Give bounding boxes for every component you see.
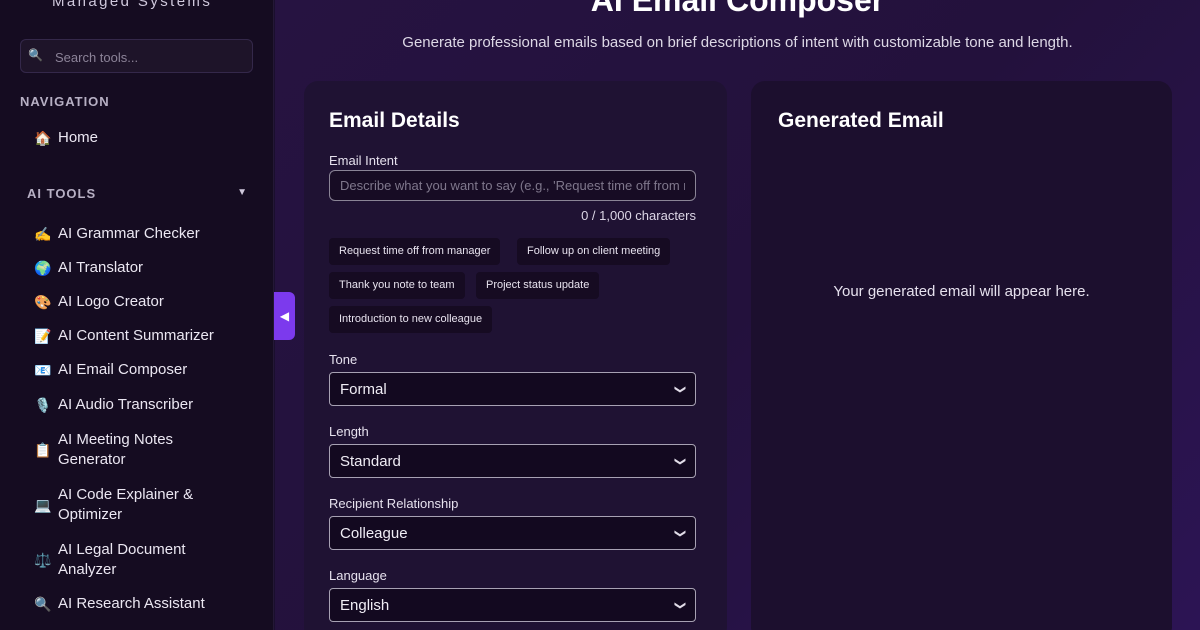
main-content: AI Email Composer Generate professional … xyxy=(275,0,1200,630)
chevron-down-icon: ❯ xyxy=(673,600,686,610)
suggestion-chip[interactable]: Introduction to new colleague xyxy=(329,306,493,333)
sidebar-item-label: Home xyxy=(58,129,99,146)
email-icon: 📧 xyxy=(34,361,52,378)
language-select[interactable]: English ❯ xyxy=(329,588,696,622)
sidebar-item-label: AI Grammar Checker xyxy=(58,225,200,242)
sidebar-item-translator[interactable]: 🌍 AI Translator xyxy=(34,258,259,278)
ai-tools-section-label: AI TOOLS xyxy=(27,186,97,201)
email-intent-label: Email Intent xyxy=(329,153,398,168)
sidebar: Managed Systems 🔍 NAVIGATION 🏠 Home AI T… xyxy=(0,0,274,630)
sidebar-item-label: AI Meeting Notes Generator xyxy=(58,431,174,468)
suggestion-chip[interactable]: Follow up on client meeting xyxy=(517,238,671,265)
palette-icon: 🎨 xyxy=(34,293,52,310)
generated-email-title: Generated Email xyxy=(778,109,944,132)
chevron-down-icon: ❯ xyxy=(673,456,686,466)
tone-select[interactable]: Formal ❯ xyxy=(329,372,696,406)
length-select-value: Standard xyxy=(340,452,401,470)
character-count: 0 / 1,000 characters xyxy=(581,208,696,223)
generated-email-placeholder: Your generated email will appear here. xyxy=(833,283,1090,300)
suggestion-chip[interactable]: Project status update xyxy=(476,272,600,299)
chevron-down-icon: ▼ xyxy=(237,187,247,198)
sidebar-item-label: AI Audio Transcriber xyxy=(58,396,194,413)
laptop-icon: 💻 xyxy=(34,496,52,513)
language-select-value: English xyxy=(340,596,390,614)
ai-tools-section-toggle[interactable]: AI TOOLS ▼ xyxy=(27,186,247,204)
sidebar-item-research-assistant[interactable]: 🔍 AI Research Assistant xyxy=(34,594,259,614)
chevron-down-icon: ❯ xyxy=(673,384,686,394)
length-label: Length xyxy=(329,424,369,439)
globe-icon: 🌍 xyxy=(34,259,52,276)
language-label: Language xyxy=(329,568,387,583)
brand-name: Managed Systems xyxy=(52,0,213,10)
navigation-section-label: NAVIGATION xyxy=(20,94,110,109)
email-intent-input[interactable] xyxy=(329,170,696,201)
search-box: 🔍 xyxy=(20,39,253,73)
microphone-icon: 🎙️ xyxy=(34,396,52,413)
sidebar-item-email-composer[interactable]: 📧 AI Email Composer xyxy=(34,360,259,380)
sidebar-item-content-summarizer[interactable]: 📝 AI Content Summarizer xyxy=(34,326,259,346)
page-title: AI Email Composer xyxy=(590,0,885,18)
generated-email-card: Generated Email Your generated email wil… xyxy=(751,81,1172,630)
page-subtitle: Generate professional emails based on br… xyxy=(402,34,1073,51)
sidebar-item-code-explainer[interactable]: 💻 AI Code Explainer & Optimizer xyxy=(34,485,204,525)
tone-select-value: Formal xyxy=(340,380,387,398)
sidebar-collapse-button[interactable]: ◀ xyxy=(274,292,295,340)
suggestion-chip[interactable]: Thank you note to team xyxy=(329,272,465,299)
search-input[interactable] xyxy=(55,46,245,68)
scales-icon: ⚖️ xyxy=(34,551,52,568)
writing-hand-icon: ✍️ xyxy=(34,225,52,242)
recipient-select-value: Colleague xyxy=(340,524,408,542)
home-icon: 🏠 xyxy=(34,129,52,146)
tone-label: Tone xyxy=(329,352,358,367)
sidebar-item-label: AI Email Composer xyxy=(58,361,188,378)
memo-icon: 📝 xyxy=(34,327,52,344)
app-root: Managed Systems 🔍 NAVIGATION 🏠 Home AI T… xyxy=(0,0,1200,630)
email-details-card: Email Details Email Intent 0 / 1,000 cha… xyxy=(304,81,727,630)
sidebar-item-legal-document-analyzer[interactable]: ⚖️ AI Legal Document Analyzer xyxy=(34,540,204,580)
recipient-relationship-select[interactable]: Colleague ❯ xyxy=(329,516,696,550)
sidebar-item-audio-transcriber[interactable]: 🎙️ AI Audio Transcriber xyxy=(34,395,259,415)
chevron-left-icon: ◀ xyxy=(279,309,290,323)
clipboard-icon: 📋 xyxy=(34,441,52,458)
suggestion-chip[interactable]: Request time off from manager xyxy=(329,238,501,265)
sidebar-item-label: AI Logo Creator xyxy=(58,293,164,310)
recipient-relationship-label: Recipient Relationship xyxy=(329,496,459,511)
sidebar-item-grammar-checker[interactable]: ✍️ AI Grammar Checker xyxy=(34,224,259,244)
email-details-title: Email Details xyxy=(329,109,460,132)
sidebar-item-label: AI Translator xyxy=(58,259,144,276)
sidebar-item-meeting-notes-generator[interactable]: 📋 AI Meeting Notes Generator xyxy=(34,430,204,470)
sidebar-item-logo-creator[interactable]: 🎨 AI Logo Creator xyxy=(34,292,259,312)
sidebar-item-home[interactable]: 🏠 Home xyxy=(34,128,259,148)
chevron-down-icon: ❯ xyxy=(673,528,686,538)
sidebar-item-label: AI Research Assistant xyxy=(58,595,205,612)
sidebar-item-label: AI Code Explainer & Optimizer xyxy=(58,486,194,523)
search-icon: 🔍 xyxy=(28,48,43,62)
length-select[interactable]: Standard ❯ xyxy=(329,444,696,478)
magnifier-icon: 🔍 xyxy=(34,595,52,612)
sidebar-item-label: AI Content Summarizer xyxy=(58,327,214,344)
sidebar-item-label: AI Legal Document Analyzer xyxy=(58,541,186,578)
